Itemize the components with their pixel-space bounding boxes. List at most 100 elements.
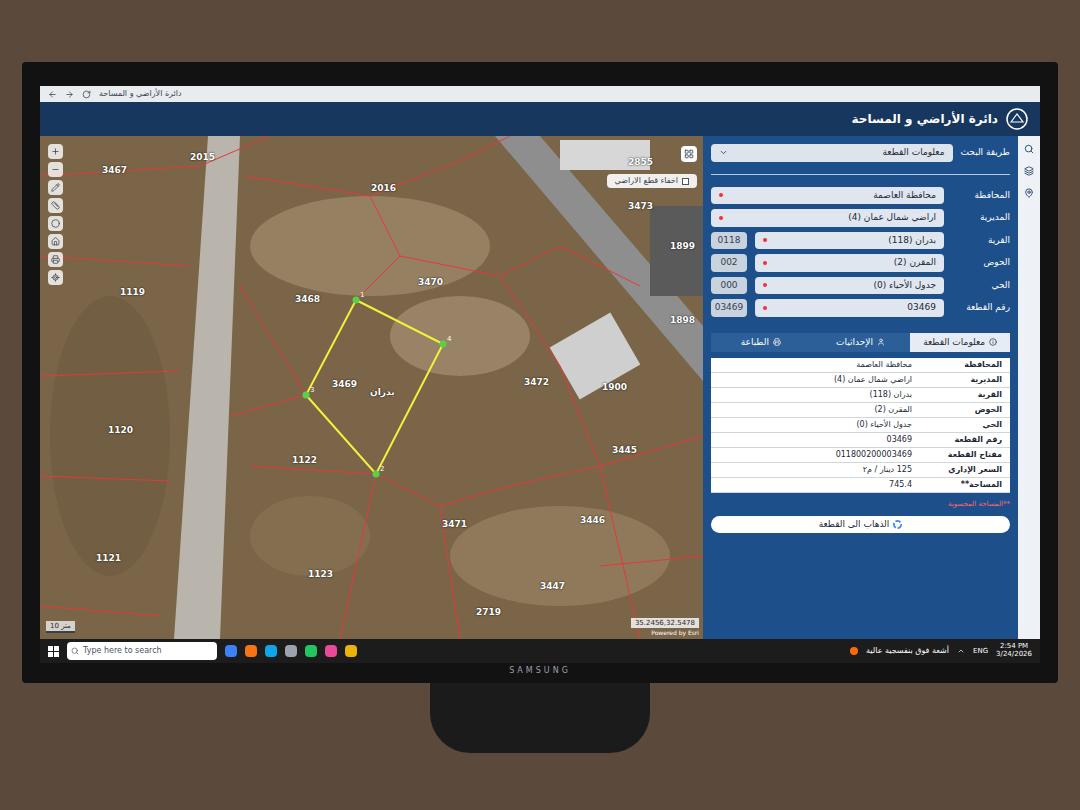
field-label: المحافظة <box>952 189 1010 203</box>
app-icon[interactable] <box>345 645 357 657</box>
windows-icon[interactable] <box>48 646 59 657</box>
forward-icon[interactable] <box>65 90 74 99</box>
map-tool-button[interactable] <box>48 162 63 177</box>
tab-icon <box>773 338 781 346</box>
goto-parcel-button[interactable]: الذهاب الى القطعة <box>711 516 1010 534</box>
map[interactable]: 2015346720162855347318993468347011191898… <box>40 136 703 639</box>
vertex-label: 2 <box>380 464 384 475</box>
parcel-boundary <box>40 606 160 616</box>
selected-parcel[interactable] <box>306 300 443 474</box>
search-fields: المحافظةمحافظة العاصمةالمديريةاراضي شمال… <box>711 187 1010 317</box>
app-icon[interactable] <box>325 645 337 657</box>
tool-icon <box>51 147 60 156</box>
map-tools <box>48 144 63 285</box>
layers-icon[interactable] <box>1024 166 1034 176</box>
vertex-label: 3 <box>310 385 314 396</box>
layers-button[interactable] <box>681 146 697 162</box>
tray-chevron-icon[interactable] <box>957 647 965 655</box>
reload-icon[interactable] <box>82 90 91 99</box>
clock[interactable]: 2:54 PM3/24/2026 <box>996 643 1032 658</box>
info-value: محافظة العاصمة <box>711 359 920 371</box>
map-tool-button[interactable] <box>48 252 63 267</box>
search-field: القريةبدران (118)0118 <box>711 232 1010 250</box>
scale-bar: 10 متر <box>46 621 75 634</box>
field-code: 000 <box>711 277 747 295</box>
monitor: دائرة الأراضي و المساحةدائرة الأراضي و ا… <box>22 62 1058 683</box>
info-value: بدران (118) <box>711 389 920 401</box>
parcel-label: 1120 <box>108 424 133 438</box>
app-icon[interactable] <box>265 645 277 657</box>
parcel-label: 2016 <box>371 182 396 196</box>
parcel-boundary <box>230 395 306 416</box>
parcel-label: 3468 <box>295 293 320 307</box>
parcel-boundary <box>40 371 180 376</box>
map-tool-button[interactable] <box>48 198 63 213</box>
vertex-dot <box>373 471 380 478</box>
field-label: الحوض <box>952 256 1010 270</box>
hide-parcels-toggle[interactable]: اخفاء قطع الاراضي <box>607 174 697 188</box>
info-row: المساحة**745.4 <box>711 478 1010 493</box>
search-field: الحيجدول الأحياء (0)000 <box>711 277 1010 295</box>
checkbox[interactable] <box>682 178 689 185</box>
screen: دائرة الأراضي و المساحةدائرة الأراضي و ا… <box>40 86 1040 663</box>
parcel-boundary <box>600 556 703 566</box>
parcel-label: 3446 <box>580 514 605 528</box>
search-field: المحافظة محافظة العاصمة <box>711 187 1010 205</box>
app-icon[interactable] <box>285 645 297 657</box>
map-tool-button[interactable] <box>48 180 63 195</box>
parcel-boundary <box>40 136 270 176</box>
tab[interactable]: الإحداثيات <box>811 333 911 353</box>
search-icon[interactable] <box>1024 144 1034 154</box>
parcel-label: 3471 <box>442 518 467 532</box>
field-select[interactable]: جدول الأحياء (0) <box>755 277 944 295</box>
parcel-label: 1119 <box>120 286 145 300</box>
weather-dot <box>850 647 858 655</box>
app-icon[interactable] <box>245 645 257 657</box>
attribution: Powered by Esri <box>651 628 699 637</box>
info-value: 745.4 <box>711 479 920 491</box>
parcel-label: 3473 <box>628 200 653 214</box>
parcel-boundary <box>340 474 376 639</box>
field-select[interactable]: 03469 <box>755 299 944 317</box>
info-row: القريةبدران (118) <box>711 388 1010 403</box>
parcel-label: 2719 <box>476 606 501 620</box>
field-label: القرية <box>952 234 1010 248</box>
parcel-label: 3469 <box>332 378 357 392</box>
taskbar-search[interactable]: Type here to search <box>67 642 217 660</box>
tool-icon <box>51 273 60 282</box>
browser-title: دائرة الأراضي و المساحة <box>99 88 182 100</box>
monitor-stand <box>430 683 650 753</box>
required-mark <box>763 238 767 242</box>
info-label: الحوض <box>920 404 1010 416</box>
app-icon[interactable] <box>225 645 237 657</box>
field-select[interactable]: محافظة العاصمة <box>711 187 944 205</box>
map-tool-button[interactable] <box>48 144 63 159</box>
info-label: مفتاح القطعة <box>920 449 1010 461</box>
parcel-label: 3445 <box>612 444 637 458</box>
required-mark <box>763 283 767 287</box>
back-icon[interactable] <box>48 90 57 99</box>
field-select[interactable]: المقرن (2) <box>755 254 944 272</box>
grid-icon <box>684 149 694 159</box>
taskbar: Type here to searchأشعة فوق بنفسجية عالي… <box>40 639 1040 663</box>
field-select[interactable]: بدران (118) <box>755 232 944 250</box>
tab[interactable]: الطباعة <box>711 333 811 353</box>
field-select[interactable]: اراضي شمال عمان (4) <box>711 209 944 227</box>
app-icon[interactable] <box>305 645 317 657</box>
map-tool-button[interactable] <box>48 216 63 231</box>
vertex-dot <box>440 341 447 348</box>
parcel-label: 3467 <box>102 164 127 178</box>
info-label: السعر الإداري <box>920 464 1010 476</box>
tool-icon <box>51 201 60 210</box>
browser-bar: دائرة الأراضي و المساحة <box>40 86 1040 102</box>
search-method-select[interactable]: معلومات القطعة <box>711 144 953 162</box>
info-label: القرية <box>920 389 1010 401</box>
map-tool-button[interactable] <box>48 234 63 249</box>
divider <box>711 174 1010 175</box>
tab-icon <box>877 338 885 346</box>
info-value: 03469 <box>711 434 920 446</box>
language[interactable]: ENG <box>973 646 988 657</box>
map-tool-button[interactable] <box>48 270 63 285</box>
pin-icon[interactable] <box>1024 188 1034 198</box>
tab[interactable]: معلومات القطعة <box>910 333 1010 353</box>
